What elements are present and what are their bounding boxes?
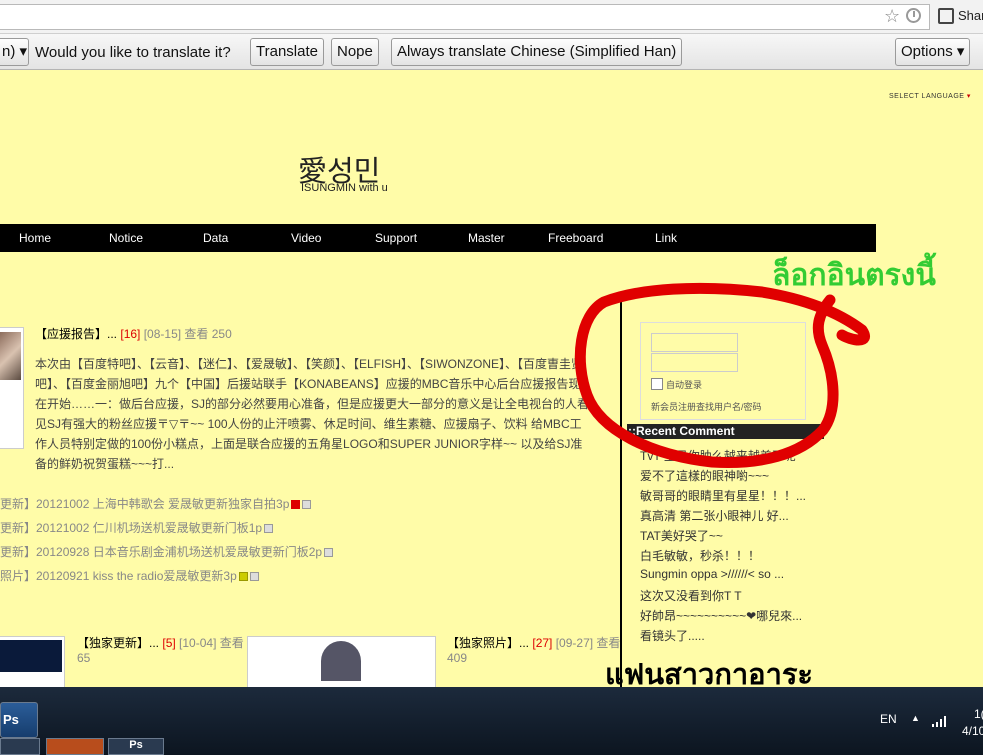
photoshop-taskbar-button-2[interactable]: Ps	[108, 738, 164, 755]
red-circle-annotation	[574, 282, 870, 468]
firefox-taskbar-button[interactable]	[46, 738, 104, 755]
network-signal-icon[interactable]	[932, 715, 948, 727]
language-indicator[interactable]: EN	[880, 712, 897, 726]
login-here-annotation: ล็อกอินตรงนี้	[772, 259, 936, 292]
show-hidden-icons-icon[interactable]: ▲	[911, 713, 920, 723]
taskbar-app-button[interactable]	[0, 738, 40, 755]
photoshop-taskbar-button[interactable]: Ps	[0, 702, 38, 738]
clock-time[interactable]: 1(	[974, 707, 983, 721]
clock-date[interactable]: 4/10	[962, 724, 983, 738]
